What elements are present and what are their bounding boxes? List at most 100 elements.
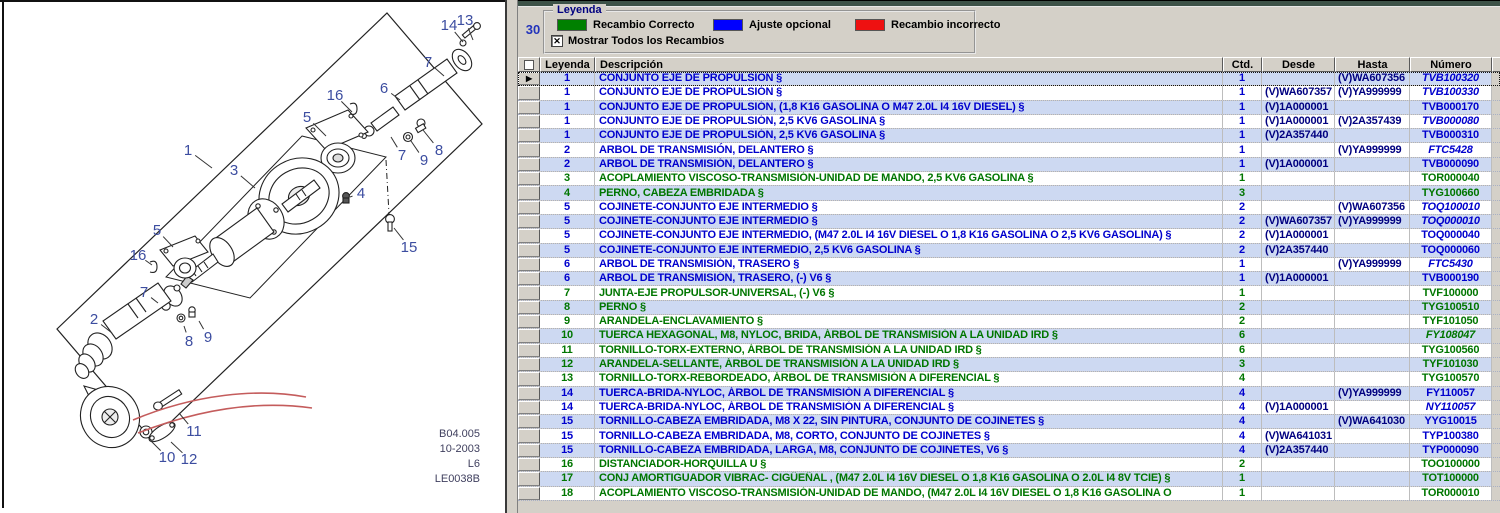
row-selector[interactable] — [518, 101, 540, 114]
callout-leader-line — [199, 321, 204, 329]
select-all-box[interactable] — [524, 60, 534, 70]
table-row[interactable]: 15 TORNILLO-CABEZA EMBRIDADA, M8, CORTO,… — [518, 429, 1500, 443]
diagram-callout-10[interactable]: 10 — [159, 449, 176, 466]
row-selector[interactable] — [518, 229, 540, 242]
table-row[interactable]: 14 TUERCA-BRIDA-NYLOC, ÁRBOL DE TRANSMIS… — [518, 401, 1500, 415]
row-selector[interactable] — [518, 244, 540, 257]
select-all-header[interactable] — [518, 57, 540, 72]
diagram-callout-7[interactable]: 7 — [140, 284, 148, 301]
row-selector[interactable] — [518, 458, 540, 471]
diagram-callout-16[interactable]: 16 — [327, 87, 344, 104]
row-selector[interactable] — [518, 143, 540, 156]
table-row[interactable]: 11 TORNILLO-TORX-EXTERNO, ÁRBOL DE TRANS… — [518, 344, 1500, 358]
show-all-checkbox[interactable]: ✕ — [551, 35, 563, 47]
row-selector[interactable] — [518, 472, 540, 485]
table-row[interactable]: 3 ACOPLAMIENTO VISCOSO-TRANSMISIÓN-UNIDA… — [518, 172, 1500, 186]
row-selector[interactable] — [518, 329, 540, 342]
row-selector[interactable] — [518, 487, 540, 500]
cell-desde — [1262, 415, 1335, 428]
header-leyenda[interactable]: Leyenda — [540, 57, 595, 72]
row-selector[interactable]: ▶ — [518, 72, 540, 85]
diagram-callout-5[interactable]: 5 — [153, 222, 161, 239]
table-row[interactable]: 5 COJINETE-CONJUNTO EJE INTERMEDIO § 2 (… — [518, 201, 1500, 215]
table-row[interactable]: 2 ARBOL DE TRANSMISIÓN, DELANTERO § 1 (V… — [518, 158, 1500, 172]
table-row[interactable]: 17 CONJ AMORTIGUADOR VIBRAC- CIGÜEÑAL , … — [518, 472, 1500, 486]
table-row[interactable]: 8 PERNO § 2 TYG100510 — [518, 301, 1500, 315]
table-row[interactable]: 6 ARBOL DE TRANSMISIÓN, TRASERO, (-) V6 … — [518, 272, 1500, 286]
row-selector[interactable] — [518, 186, 540, 199]
row-selector[interactable] — [518, 429, 540, 442]
diagram-callout-15[interactable]: 15 — [401, 239, 418, 256]
diagram-callout-6[interactable]: 6 — [380, 80, 388, 97]
table-row[interactable]: 7 JUNTA-EJE PROPULSOR-UNIVERSAL, (-) V6 … — [518, 286, 1500, 300]
row-selector[interactable] — [518, 444, 540, 457]
header-ctd[interactable]: Ctd. — [1223, 57, 1262, 72]
diagram-callout-9[interactable]: 9 — [204, 329, 212, 346]
panel-splitter[interactable] — [505, 0, 518, 513]
diagram-callout-3[interactable]: 3 — [230, 162, 238, 179]
row-selector[interactable] — [518, 129, 540, 142]
diagram-callout-8[interactable]: 8 — [435, 142, 443, 159]
table-row[interactable]: ▶ 1 CONJUNTO EJE DE PROPULSIÓN § 1 (V)WA… — [518, 72, 1500, 86]
table-row[interactable]: 5 COJINETE-CONJUNTO EJE INTERMEDIO, 2,5 … — [518, 244, 1500, 258]
table-row[interactable]: 13 TORNILLO-TORX-REBORDEADO, ÁRBOL DE TR… — [518, 372, 1500, 386]
diagram-callout-14[interactable]: 14 — [441, 17, 458, 34]
cell-desde — [1262, 472, 1335, 485]
cell-numero: TOQ000060 — [1410, 244, 1492, 257]
table-row[interactable]: 9 ARANDELA-ENCLAVAMIENTO § 2 TYF101050 — [518, 315, 1500, 329]
header-numero[interactable]: Número — [1410, 57, 1492, 72]
row-selector[interactable] — [518, 286, 540, 299]
diagram-callout-4[interactable]: 4 — [357, 185, 365, 202]
diagram-callout-2[interactable]: 2 — [90, 311, 98, 328]
row-selector[interactable] — [518, 358, 540, 371]
table-row[interactable]: 14 TUERCA-BRIDA-NYLOC, ÁRBOL DE TRANSMIS… — [518, 387, 1500, 401]
diagram-callout-16[interactable]: 16 — [130, 247, 147, 264]
diagram-callout-1[interactable]: 1 — [184, 142, 192, 159]
diagram-callout-7[interactable]: 7 — [398, 147, 406, 164]
cell-hasta: (V)WA607356 — [1335, 201, 1410, 214]
diagram-callout-11[interactable]: 11 — [186, 423, 202, 440]
table-row[interactable]: 5 COJINETE-CONJUNTO EJE INTERMEDIO § 2 (… — [518, 215, 1500, 229]
show-all-parts-option[interactable]: ✕ Mostrar Todos los Recambios — [551, 35, 724, 47]
row-selector[interactable] — [518, 415, 540, 428]
table-row[interactable]: 6 ARBOL DE TRANSMISIÓN, TRASERO § 1 (V)Y… — [518, 258, 1500, 272]
row-selector[interactable] — [518, 272, 540, 285]
header-desde[interactable]: Desde — [1262, 57, 1335, 72]
row-selector[interactable] — [518, 158, 540, 171]
table-row[interactable]: 15 TORNILLO-CABEZA EMBRIDADA, LARGA, M8,… — [518, 444, 1500, 458]
row-selector[interactable] — [518, 86, 540, 99]
diagram-callout-7[interactable]: 7 — [424, 54, 432, 71]
row-selector[interactable] — [518, 301, 540, 314]
diagram-callout-13[interactable]: 13 — [457, 12, 474, 29]
table-row[interactable]: 16 DISTANCIADOR-HORQUILLA U § 2 TOO10000… — [518, 458, 1500, 472]
table-row[interactable]: 18 ACOPLAMIENTO VISCOSO-TRANSMISIÓN-UNID… — [518, 487, 1500, 501]
diagram-callout-8[interactable]: 8 — [185, 333, 193, 350]
row-selector[interactable] — [518, 387, 540, 400]
row-selector[interactable] — [518, 201, 540, 214]
table-row[interactable]: 12 ARANDELA-SELLANTE, ÁRBOL DE TRANSMISI… — [518, 358, 1500, 372]
row-selector[interactable] — [518, 344, 540, 357]
diagram-callout-5[interactable]: 5 — [303, 109, 311, 126]
table-row[interactable]: 1 CONJUNTO EJE DE PROPULSIÓN § 1 (V)WA60… — [518, 86, 1500, 100]
table-row[interactable]: 1 CONJUNTO EJE DE PROPULSIÓN, 2,5 KV6 GA… — [518, 115, 1500, 129]
table-row[interactable]: 1 CONJUNTO EJE DE PROPULSIÓN, 2,5 KV6 GA… — [518, 129, 1500, 143]
table-row[interactable]: 4 PERNO, CABEZA EMBRIDADA § 3 TYG100660 — [518, 186, 1500, 200]
diagram-callout-12[interactable]: 12 — [181, 451, 198, 468]
row-selector[interactable] — [518, 172, 540, 185]
header-hasta[interactable]: Hasta — [1335, 57, 1410, 72]
row-selector[interactable] — [518, 401, 540, 414]
table-row[interactable]: 1 CONJUNTO EJE DE PROPULSIÓN, (1,8 K16 G… — [518, 101, 1500, 115]
row-selector[interactable] — [518, 372, 540, 385]
header-descripcion[interactable]: Descripción — [595, 57, 1223, 72]
row-selector[interactable] — [518, 258, 540, 271]
table-row[interactable]: 2 ARBOL DE TRANSMISIÓN, DELANTERO § 1 (V… — [518, 143, 1500, 157]
table-row[interactable]: 5 COJINETE-CONJUNTO EJE INTERMEDIO, (M47… — [518, 229, 1500, 243]
table-row[interactable]: 10 TUERCA HEXAGONAL, M8, NYLOC, BRIDA, Á… — [518, 329, 1500, 343]
cell-descripcion: PERNO, CABEZA EMBRIDADA § — [595, 186, 1223, 199]
row-selector[interactable] — [518, 315, 540, 328]
row-selector[interactable] — [518, 115, 540, 128]
row-selector[interactable] — [518, 215, 540, 228]
table-row[interactable]: 15 TORNILLO-CABEZA EMBRIDADA, M8 X 22, S… — [518, 415, 1500, 429]
legend-item-correct: Recambio Correcto — [557, 18, 694, 31]
diagram-callout-9[interactable]: 9 — [420, 152, 428, 169]
